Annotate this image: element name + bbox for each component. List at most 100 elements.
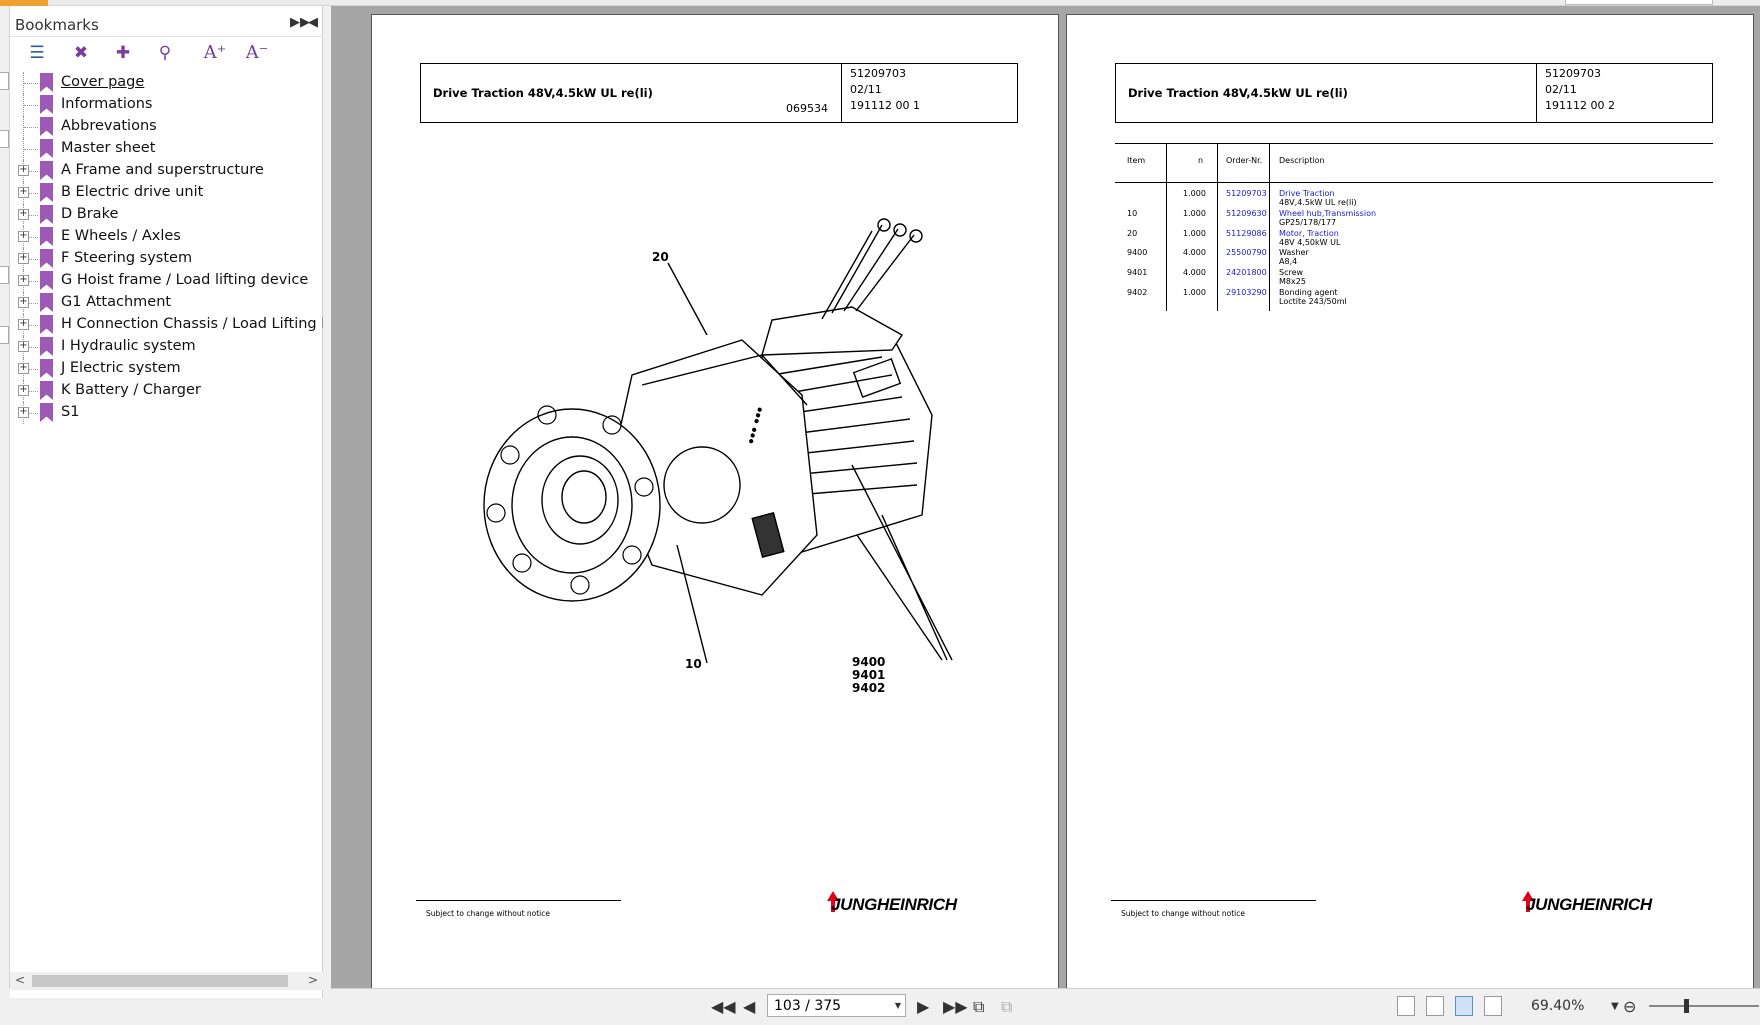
expand-toggle-icon[interactable]: + (18, 275, 29, 286)
bookmark-label[interactable]: G1 Attachment (61, 294, 171, 310)
expand-toggle-icon[interactable]: + (18, 297, 29, 308)
rail-bookmarks-tab[interactable] (0, 72, 9, 90)
part-order-link[interactable]: 51129086 (1226, 229, 1267, 238)
rail-pages-tab[interactable] (0, 130, 9, 148)
bookmark-item[interactable]: + S1 (10, 402, 323, 424)
expand-toggle-icon[interactable]: + (18, 187, 29, 198)
scroll-left-icon[interactable]: < (15, 973, 25, 987)
bookmark-item[interactable]: Abbrevations (10, 116, 323, 138)
bookmark-label[interactable]: D Brake (61, 206, 118, 222)
bookmark-label[interactable]: K Battery / Charger (61, 382, 201, 398)
bookmark-options-icon[interactable]: ☰ (24, 41, 50, 65)
bookmark-label[interactable]: A Frame and superstructure (61, 162, 264, 178)
add-bookmark-icon[interactable]: ✚ (110, 41, 136, 65)
bookmark-label[interactable]: G Hoist frame / Load lifting device (61, 272, 308, 288)
bookmark-item[interactable]: + D Brake (10, 204, 323, 226)
expand-toggle-icon[interactable]: + (18, 231, 29, 242)
bookmark-label[interactable]: I Hydraulic system (61, 338, 196, 354)
bookmark-item[interactable]: + E Wheels / Axles (10, 226, 323, 248)
bookmark-item[interactable]: + B Electric drive unit (10, 182, 323, 204)
sheet-number: 191112 00 1 (850, 99, 920, 112)
expand-toggle-icon[interactable]: + (18, 341, 29, 352)
panel-splitter[interactable] (323, 6, 331, 998)
bookmark-icon (40, 73, 53, 92)
continuous-facing-view-icon[interactable] (1484, 996, 1502, 1016)
single-page-view-icon[interactable] (1397, 996, 1415, 1016)
find-bookmark-icon[interactable]: ⚲ (152, 41, 178, 65)
bookmark-item[interactable]: Master sheet (10, 138, 323, 160)
part-order-link[interactable]: 25500790 (1226, 248, 1267, 257)
bookmark-label[interactable]: E Wheels / Axles (61, 228, 181, 244)
bookmark-label[interactable]: J Electric system (61, 360, 181, 376)
page-header-box: Drive Traction 48V,4.5kW UL re(li) 51209… (1115, 63, 1713, 123)
bookmark-label[interactable]: F Steering system (61, 250, 192, 266)
bookmark-item[interactable]: + H Connection Chassis / Load Lifting Dev… (10, 314, 354, 336)
expand-toggle-icon[interactable]: + (18, 407, 29, 418)
bookmark-item[interactable]: + I Hydraulic system (10, 336, 323, 358)
expand-toggle-icon[interactable]: + (18, 209, 29, 220)
part-quantity: 4.000 (1183, 268, 1206, 277)
expand-panel-icon[interactable]: ▶▶ (290, 15, 310, 30)
expand-toggle-icon[interactable]: + (18, 165, 29, 176)
zoom-dropdown-icon[interactable]: ▼ (1611, 1001, 1619, 1012)
bookmark-item[interactable]: + G Hoist frame / Load lifting device (10, 270, 323, 292)
facing-view-icon[interactable] (1455, 996, 1473, 1016)
chevron-down-icon[interactable]: ▼ (895, 1001, 901, 1010)
expand-toggle-icon[interactable]: + (18, 385, 29, 396)
bookmark-label[interactable]: Cover page (61, 74, 144, 90)
scrollbar-thumb[interactable] (32, 975, 288, 987)
bookmark-label[interactable]: H Connection Chassis / Load Lifting Devi (61, 316, 354, 332)
rail-search-tab[interactable] (0, 326, 9, 344)
next-page-icon[interactable]: ▶ (917, 997, 929, 1016)
bookmark-item[interactable]: + G1 Attachment (10, 292, 323, 314)
collapse-panel-icon[interactable]: ◀ (308, 15, 318, 30)
bookmark-label[interactable]: S1 (61, 404, 79, 420)
delete-bookmark-icon[interactable]: ✖ (68, 41, 94, 65)
col-header-order: Order-Nr. (1226, 156, 1263, 165)
drawing-code: 069534 (786, 102, 828, 115)
increase-font-icon[interactable]: A⁺ (202, 41, 228, 65)
scroll-right-icon[interactable]: > (308, 973, 318, 987)
zoom-slider[interactable] (1649, 1005, 1759, 1007)
bookmark-item[interactable]: + A Frame and superstructure (10, 160, 323, 182)
zoom-slider-thumb[interactable] (1684, 999, 1689, 1013)
previous-page-icon[interactable]: ◀ (743, 997, 755, 1016)
part-order-link[interactable]: 51209630 (1226, 209, 1267, 218)
next-view-icon[interactable]: ⧉ (1001, 997, 1012, 1017)
continuous-view-icon[interactable] (1426, 996, 1444, 1016)
sheet-number: 191112 00 2 (1545, 99, 1615, 112)
last-page-icon[interactable]: ▶▶ (943, 997, 968, 1016)
bookmark-label[interactable]: Informations (61, 96, 153, 112)
part-order-link[interactable]: 51209703 (1226, 189, 1267, 198)
zoom-value[interactable]: 69.40% (1531, 998, 1584, 1014)
expand-toggle-icon[interactable]: + (18, 363, 29, 374)
part-order-link[interactable]: 29103290 (1226, 288, 1267, 297)
decrease-font-icon[interactable]: A⁻ (244, 41, 270, 65)
bookmark-item[interactable]: + K Battery / Charger (10, 380, 323, 402)
bookmark-icon (40, 117, 53, 136)
bookmark-label[interactable]: Master sheet (61, 140, 155, 156)
document-view[interactable]: Drive Traction 48V,4.5kW UL re(li) 51209… (331, 6, 1760, 990)
part-order-link[interactable]: 24201800 (1226, 268, 1267, 277)
bookmark-item[interactable]: Cover page (10, 72, 323, 94)
previous-view-icon[interactable]: ⧉ (973, 997, 984, 1017)
panel-horizontal-scrollbar[interactable]: < > (10, 972, 323, 990)
callout-9401: 9401 (852, 668, 886, 682)
bookmark-item[interactable]: + F Steering system (10, 248, 323, 270)
expand-toggle-icon[interactable]: + (18, 319, 29, 330)
search-box[interactable] (1565, 0, 1713, 5)
page-title: Drive Traction 48V,4.5kW UL re(li) (433, 86, 653, 100)
expand-toggle-icon[interactable]: + (18, 253, 29, 264)
zoom-out-icon[interactable]: ⊖ (1623, 997, 1636, 1016)
bookmark-item[interactable]: + J Electric system (10, 358, 323, 380)
rail-attachments-tab[interactable] (0, 266, 9, 284)
page-number-input[interactable]: 103 / 375 ▼ (767, 994, 906, 1017)
part-subdescription: GP25/178/177 (1279, 218, 1337, 227)
part-quantity: 1.000 (1183, 288, 1206, 297)
bookmark-label[interactable]: B Electric drive unit (61, 184, 203, 200)
bookmark-item[interactable]: Informations (10, 94, 323, 116)
first-page-icon[interactable]: ◀◀ (711, 997, 736, 1016)
bookmark-label[interactable]: Abbrevations (61, 118, 157, 134)
part-description: Drive Traction (1279, 189, 1335, 198)
parts-table: Item n Order-Nr. Description 1.000 512097… (1115, 143, 1713, 313)
